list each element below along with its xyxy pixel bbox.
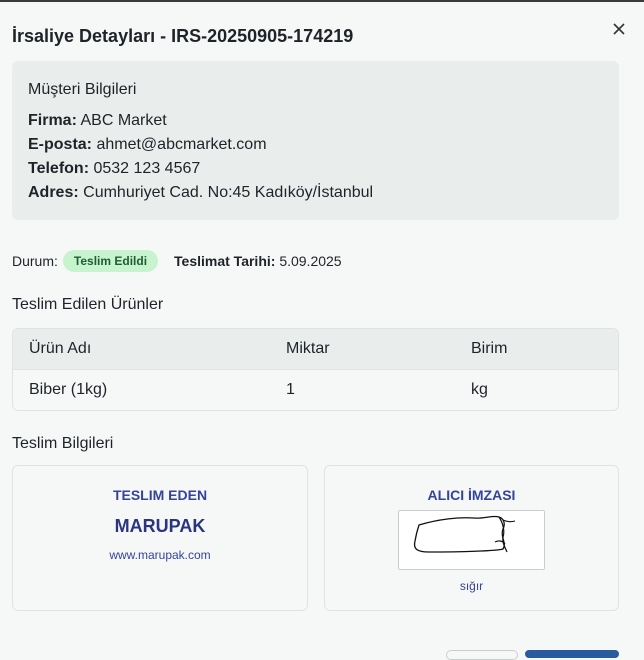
column-header-unit: Birim (471, 340, 508, 357)
column-header-product: Ürün Adı (29, 340, 92, 357)
signature-image (398, 510, 545, 570)
products-title: Teslim Edilen Ürünler (12, 296, 164, 313)
status-line: Durum: Teslim Edildi Teslimat Tarihi: 5.… (12, 250, 342, 272)
table-row: Biber (1kg) 1 kg (13, 370, 618, 410)
eposta-value: ahmet@abcmarket.com (96, 136, 267, 153)
telefon-value: 0532 123 4567 (93, 160, 201, 177)
table-header: Ürün Adı Miktar Birim (13, 329, 618, 370)
column-header-quantity: Miktar (286, 340, 330, 357)
customer-info-heading: Müşteri Bilgileri (28, 81, 137, 98)
delivery-date-label: Teslimat Tarihi: (174, 253, 276, 269)
primary-action-button[interactable] (525, 650, 619, 658)
sender-company: MARUPAK (114, 516, 206, 536)
delivery-date-value: 5.09.2025 (279, 253, 342, 269)
signature-drawing (413, 515, 516, 553)
receiver-card: ALICI İMZASI sığır (324, 465, 619, 611)
sender-card: TESLIM EDEN MARUPAK www.marupak.com (12, 465, 308, 611)
adres-row: Adres: Cumhuriyet Cad. No:45 Kadıköy/İst… (28, 184, 373, 202)
products-table: Ürün Adı Miktar Birim Biber (1kg) 1 kg (12, 328, 619, 411)
status-label: Durum: (12, 253, 58, 269)
delivery-note-modal: İrsaliye Detayları - IRS-20250905-174219… (0, 2, 644, 660)
status-badge: Teslim Edildi (62, 250, 159, 272)
eposta-row: E-posta: ahmet@abcmarket.com (28, 136, 267, 154)
telefon-row: Telefon: 0532 123 4567 (28, 160, 200, 178)
receiver-signature-label: ALICI İMZASI (427, 487, 516, 503)
modal-title: İrsaliye Detayları - IRS-20250905-174219 (12, 26, 354, 46)
adres-value: Cumhuriyet Cad. No:45 Kadıköy/İstanbul (83, 184, 374, 201)
customer-info-card: Müşteri Bilgileri Firma: ABC Market E-po… (12, 61, 619, 220)
product-name-cell: Biber (1kg) (29, 381, 108, 398)
telefon-label: Telefon: (28, 160, 90, 177)
eposta-label: E-posta: (28, 136, 92, 153)
close-icon (613, 23, 625, 35)
adres-label: Adres: (28, 184, 79, 201)
delivery-date: Teslimat Tarihi: 5.09.2025 (174, 253, 342, 269)
sender-website: www.marupak.com (109, 548, 211, 562)
firma-value: ABC Market (80, 112, 167, 129)
product-unit-cell: kg (471, 381, 488, 398)
delivery-info-title: Teslim Bilgileri (12, 435, 114, 452)
product-quantity-cell: 1 (286, 381, 295, 398)
sender-label: TESLIM EDEN (112, 487, 208, 503)
firma-row: Firma: ABC Market (28, 112, 167, 130)
close-button[interactable] (609, 19, 629, 39)
receiver-name: sığır (459, 579, 484, 593)
firma-label: Firma: (28, 112, 77, 129)
